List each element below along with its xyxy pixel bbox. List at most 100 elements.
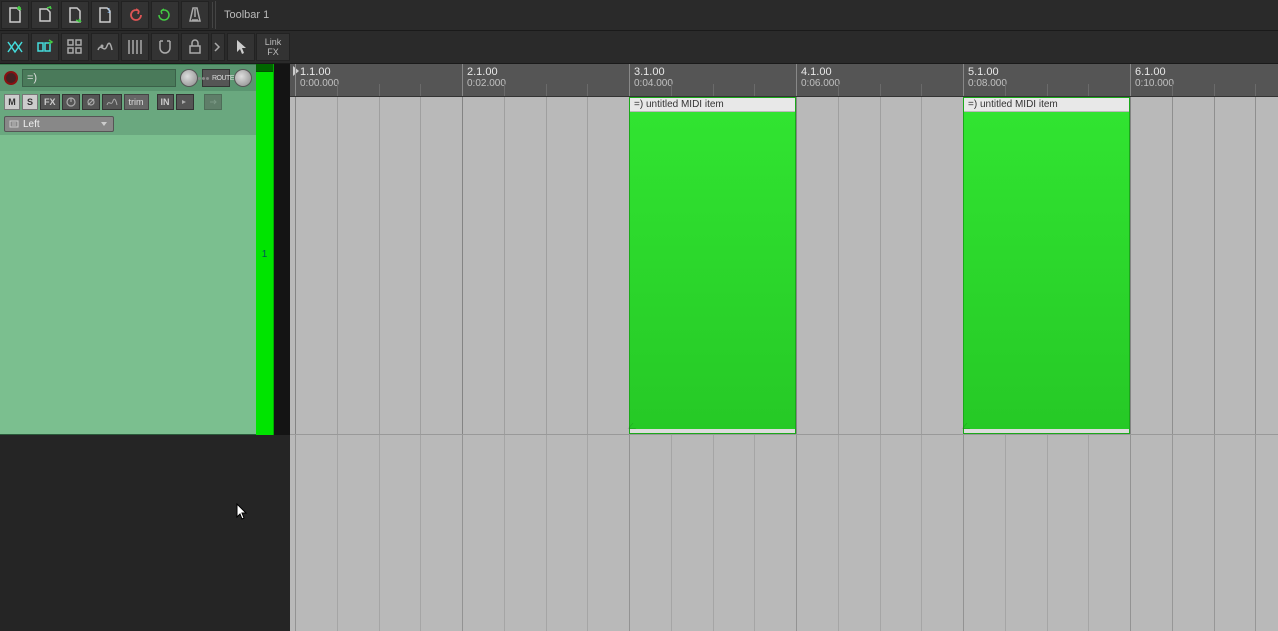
ruler-beat-marker bbox=[379, 84, 380, 96]
gridline-beat bbox=[379, 435, 380, 631]
open-project-button[interactable] bbox=[31, 1, 59, 29]
envelope-button[interactable] bbox=[102, 94, 122, 110]
pointer-button[interactable] bbox=[227, 33, 255, 61]
link-fx-button[interactable]: Link FX bbox=[256, 33, 290, 61]
pan-knob[interactable] bbox=[234, 69, 252, 87]
gridline-bar bbox=[462, 435, 463, 631]
phase-button[interactable] bbox=[82, 94, 100, 110]
gridline-beat bbox=[1172, 97, 1173, 434]
gridline-bar bbox=[1130, 435, 1131, 631]
gridline-beat bbox=[420, 435, 421, 631]
ruler-bar-marker: 4.1.000:06.000 bbox=[796, 64, 840, 96]
midi-item[interactable]: =) untitled MIDI item bbox=[629, 97, 796, 434]
track-name-field[interactable]: =) bbox=[22, 69, 176, 87]
record-monitor-button[interactable] bbox=[204, 94, 222, 110]
gridline-beat bbox=[379, 97, 380, 434]
track-input-row: Left bbox=[0, 113, 256, 135]
gridline-beat bbox=[754, 435, 755, 631]
undo-button[interactable] bbox=[121, 1, 149, 29]
gridline-beat bbox=[838, 97, 839, 434]
snap-button[interactable] bbox=[151, 33, 179, 61]
toolbar-row-2: Link FX bbox=[0, 31, 1278, 64]
midi-item-label: =) untitled MIDI item bbox=[630, 98, 795, 112]
lock-button[interactable] bbox=[181, 33, 209, 61]
meter-clip-indicator[interactable] bbox=[256, 64, 273, 72]
track-controls-row: M S FX trim IN bbox=[0, 91, 256, 113]
gridline-beat bbox=[420, 97, 421, 434]
ripple-edit-button[interactable] bbox=[31, 33, 59, 61]
arrange-view[interactable]: 1.1.000:00.000 2.1.000:02.000 3.1.000:04.0… bbox=[290, 64, 1278, 631]
ruler-beat-marker bbox=[838, 84, 839, 96]
track-1-panel[interactable]: =) ROUTE M S FX bbox=[0, 64, 256, 435]
move-envelope-button[interactable] bbox=[91, 33, 119, 61]
gridline-beat bbox=[546, 435, 547, 631]
ruler-beat-marker bbox=[1088, 84, 1089, 96]
track-1-lane[interactable]: =) untitled MIDI item =) untitled MIDI it… bbox=[290, 97, 1278, 435]
gridline-bar bbox=[1130, 97, 1131, 434]
record-mode-button[interactable] bbox=[176, 94, 194, 110]
midi-item-footer bbox=[964, 429, 1129, 433]
project-settings-button[interactable]: 1 bbox=[91, 1, 119, 29]
ruler-beat-marker bbox=[880, 84, 881, 96]
gridline-beat bbox=[546, 97, 547, 434]
record-arm-button[interactable] bbox=[4, 71, 18, 85]
ruler-beat-marker bbox=[671, 84, 672, 96]
input-button[interactable]: IN bbox=[157, 94, 174, 110]
dropdown-arrow-icon bbox=[101, 122, 107, 126]
ruler-beat-marker bbox=[546, 84, 547, 96]
gridline-beat bbox=[880, 435, 881, 631]
gridline-bar bbox=[796, 435, 797, 631]
item-grouping-button[interactable] bbox=[61, 33, 89, 61]
gridline-bar bbox=[629, 435, 630, 631]
gridline-beat bbox=[1214, 97, 1215, 434]
redo-button[interactable] bbox=[151, 1, 179, 29]
svg-text:1: 1 bbox=[107, 8, 111, 15]
gridline-beat bbox=[1005, 435, 1006, 631]
input-select-dropdown[interactable]: Left bbox=[4, 116, 114, 132]
ruler-beat-marker bbox=[337, 84, 338, 96]
gridline-bar bbox=[295, 435, 296, 631]
ruler-bar-marker: 3.1.000:04.000 bbox=[629, 64, 673, 96]
gridline-beat bbox=[1255, 97, 1256, 434]
gridline-beat bbox=[671, 435, 672, 631]
lock-settings-button[interactable] bbox=[211, 33, 225, 61]
gridline-beat bbox=[504, 97, 505, 434]
midi-item-body bbox=[964, 112, 1129, 429]
link-fx-line2: FX bbox=[267, 47, 279, 57]
fx-bypass-button[interactable] bbox=[62, 94, 80, 110]
ruler-bar-marker: 5.1.000:08.000 bbox=[963, 64, 1007, 96]
toolbar-label: Toolbar 1 bbox=[215, 1, 277, 29]
metronome-button[interactable] bbox=[181, 1, 209, 29]
fx-button[interactable]: FX bbox=[40, 94, 60, 110]
ruler-beat-marker bbox=[504, 84, 505, 96]
auto-crossfade-button[interactable] bbox=[1, 33, 29, 61]
gridline-beat bbox=[337, 435, 338, 631]
ruler-bar-marker: 2.1.000:02.000 bbox=[462, 64, 506, 96]
midi-item[interactable]: =) untitled MIDI item bbox=[963, 97, 1130, 434]
grid-button[interactable] bbox=[121, 33, 149, 61]
solo-button[interactable]: S bbox=[22, 94, 38, 110]
gridline-beat bbox=[587, 97, 588, 434]
tcp-empty-area[interactable] bbox=[0, 435, 290, 631]
ruler-bar-marker: 6.1.000:10.000 bbox=[1130, 64, 1174, 96]
gridline-beat bbox=[713, 435, 714, 631]
save-project-button[interactable] bbox=[61, 1, 89, 29]
trim-button[interactable]: trim bbox=[124, 94, 149, 110]
ruler-bar-marker: 1.1.000:00.000 bbox=[295, 64, 339, 96]
route-button[interactable]: ROUTE bbox=[202, 69, 230, 87]
ruler-beat-marker bbox=[1255, 84, 1256, 96]
timeline-ruler[interactable]: 1.1.000:00.000 2.1.000:02.000 3.1.000:04.0… bbox=[290, 64, 1278, 97]
new-project-button[interactable] bbox=[1, 1, 29, 29]
link-fx-line1: Link bbox=[265, 37, 282, 47]
gridline-beat bbox=[921, 97, 922, 434]
volume-knob[interactable] bbox=[180, 69, 198, 87]
ruler-beat-marker bbox=[713, 84, 714, 96]
mute-button[interactable]: M bbox=[4, 94, 20, 110]
ruler-beat-marker bbox=[754, 84, 755, 96]
track-meter[interactable]: 1 bbox=[256, 64, 274, 435]
gridline-beat bbox=[587, 435, 588, 631]
gridline-beat bbox=[1047, 435, 1048, 631]
gridline-bar bbox=[796, 97, 797, 434]
track-header: =) ROUTE bbox=[0, 65, 256, 91]
empty-arrange-area[interactable] bbox=[290, 435, 1278, 631]
